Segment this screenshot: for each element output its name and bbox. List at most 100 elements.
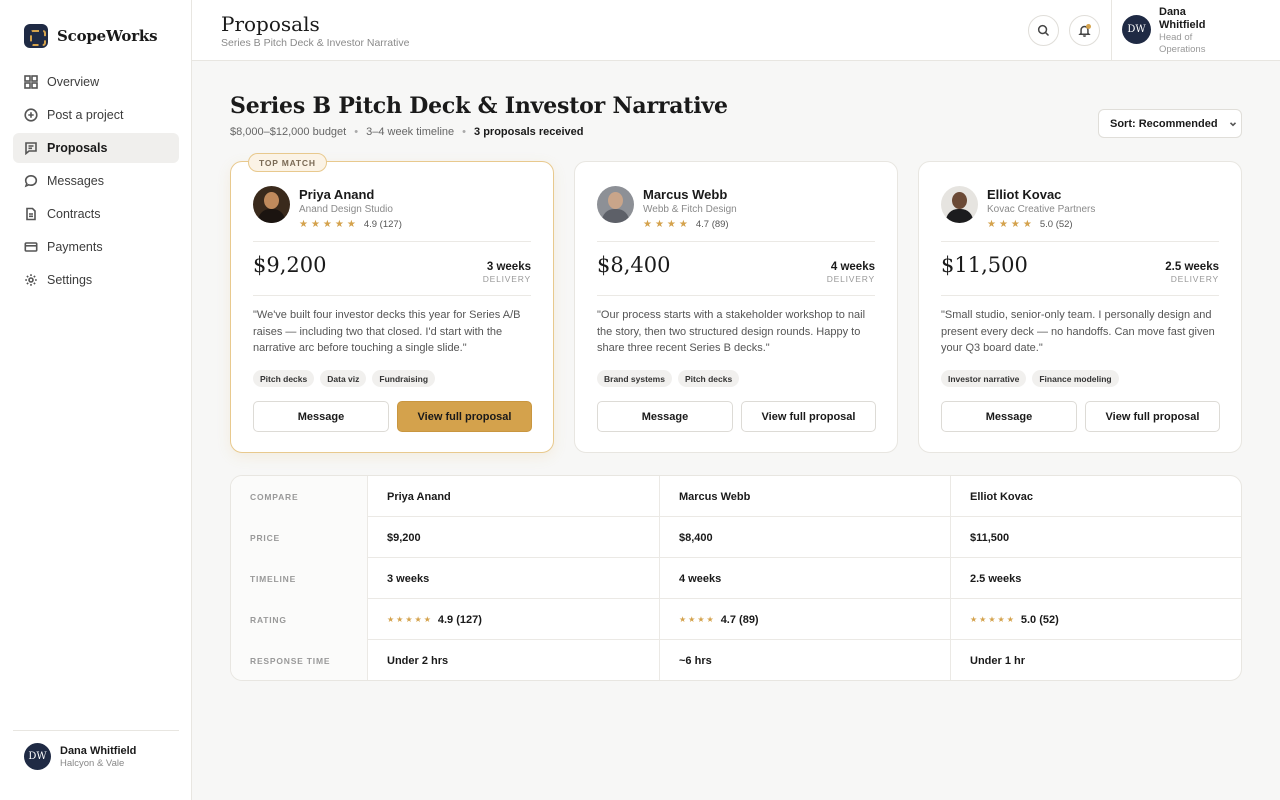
sidebar-item-overview[interactable]: Overview	[13, 67, 179, 97]
proposal-quote: "We've built four investor decks this ye…	[253, 309, 521, 354]
sidebar-item-settings[interactable]: Settings	[13, 265, 179, 295]
rating-value: 4.9 (127)	[363, 219, 402, 230]
star-rating-icon: ★★★★	[643, 219, 691, 230]
brand-logo-icon	[24, 24, 48, 48]
sidebar-item-payments[interactable]: Payments	[13, 232, 179, 262]
rating-value: 4.7 (89)	[695, 219, 729, 230]
delivery-label: DELIVERY	[1170, 274, 1219, 284]
freelancer-header: Elliot Kovac Kovac Creative Partners ★★★…	[941, 186, 1095, 230]
photo-body	[602, 209, 629, 223]
freelancer-header: Priya Anand Anand Design Studio ★★★★★ 4.…	[253, 186, 402, 230]
photo-body	[258, 209, 285, 223]
table-cell: $9,200	[367, 517, 659, 558]
grid-icon	[24, 75, 38, 89]
delivery-label: DELIVERY	[482, 274, 531, 284]
freelancer-name[interactable]: Priya Anand	[299, 187, 402, 202]
search-button[interactable]	[1028, 15, 1059, 46]
table-row: TIMELINE 3 weeks 4 weeks 2.5 weeks	[231, 558, 1241, 599]
project-timeline: 3–4 week timeline	[366, 126, 455, 138]
rating-value: 5.0 (52)	[1020, 613, 1059, 626]
freelancer-header: Marcus Webb Webb & Fitch Design ★★★★ 4.7…	[597, 186, 737, 230]
delivery-value: 3 weeks	[486, 261, 531, 273]
row-label: PRICE	[231, 517, 367, 558]
brand[interactable]: ScopeWorks	[24, 24, 158, 48]
table-cell: ★★★★★ 5.0 (52)	[950, 599, 1241, 640]
proposals-count: 3 proposals received	[474, 126, 584, 138]
rating-value: 4.9 (127)	[437, 613, 482, 626]
star-rating-icon: ★★★★	[679, 615, 716, 624]
table-row: RATING ★★★★★ 4.9 (127) ★★★★ 4.7 (89) ★★★…	[231, 599, 1241, 640]
sidebar-item-label: Proposals	[47, 141, 108, 155]
compare-table: COMPARE Priya Anand Marcus Webb Elliot K…	[230, 475, 1242, 681]
table-header-cell: Marcus Webb	[659, 476, 950, 517]
proposal-icon	[25, 142, 37, 155]
message-button[interactable]: Message	[253, 401, 389, 432]
divider	[941, 295, 1219, 296]
table-row: PRICE $9,200 $8,400 $11,500	[231, 517, 1241, 558]
tag: Investor narrative	[941, 370, 1027, 387]
freelancer-photo[interactable]	[253, 186, 290, 223]
sidebar-item-label: Post a project	[47, 108, 124, 122]
table-cell: ★★★★★ 4.9 (127)	[367, 599, 659, 640]
photo-head	[952, 192, 967, 209]
freelancer-rating: ★★★★ 4.7 (89)	[643, 219, 737, 230]
divider	[1111, 0, 1112, 61]
header-user[interactable]: DW Dana Whitfield Head of Operations	[1122, 6, 1219, 56]
brand-name: ScopeWorks	[57, 27, 158, 45]
row-label: TIMELINE	[231, 558, 367, 599]
freelancer-name[interactable]: Elliot Kovac	[987, 187, 1095, 202]
sidebar-item-label: Contracts	[47, 207, 101, 221]
table-row: RESPONSE TIME Under 2 hrs ~6 hrs Under 1…	[231, 640, 1241, 680]
delivery-info: 4 weeks DELIVERY	[827, 261, 875, 284]
freelancer-name[interactable]: Marcus Webb	[643, 187, 737, 202]
top-match-badge: TOP MATCH	[248, 153, 327, 172]
freelancer-photo[interactable]	[597, 186, 634, 223]
sidebar-item-label: Settings	[47, 273, 93, 287]
rating-value: 5.0 (52)	[1039, 219, 1073, 230]
sidebar-item-messages[interactable]: Messages	[13, 166, 179, 196]
view-full-proposal-button[interactable]: View full proposal	[397, 401, 532, 432]
view-full-proposal-button[interactable]: View full proposal	[741, 401, 876, 432]
avatar: DW	[1122, 14, 1151, 44]
star-rating-icon: ★★★★★	[299, 219, 359, 230]
separator: •	[354, 126, 359, 138]
header-user-name: Dana Whitfield	[1159, 6, 1206, 31]
sidebar-item-post-project[interactable]: Post a project	[13, 100, 179, 130]
table-cell: $8,400	[659, 517, 950, 558]
sort-dropdown[interactable]: Sort: Recommended	[1098, 109, 1242, 138]
message-button[interactable]: Message	[941, 401, 1077, 432]
tag: Pitch decks	[253, 370, 315, 387]
tag: Pitch decks	[677, 370, 740, 387]
separator: •	[462, 126, 467, 138]
sidebar-item-label: Payments	[47, 240, 103, 254]
document-icon	[26, 207, 36, 221]
freelancer-rating: ★★★★ 5.0 (52)	[987, 219, 1095, 230]
photo-head	[264, 192, 279, 209]
message-button[interactable]: Message	[597, 401, 733, 432]
topbar: Proposals Series B Pitch Deck & Investor…	[192, 0, 1280, 61]
sidebar-item-proposals[interactable]: Proposals	[13, 133, 179, 163]
tag: Data viz	[320, 370, 367, 387]
page-title: Proposals	[221, 12, 320, 36]
chat-bubble-icon	[24, 174, 38, 188]
sidebar: ScopeWorks Overview Post a project Propo…	[0, 0, 192, 800]
freelancer-studio: Webb & Fitch Design	[643, 204, 737, 215]
sidebar-user-name: Dana Whitfield	[60, 744, 137, 757]
freelancer-photo[interactable]	[941, 186, 978, 223]
sidebar-user[interactable]: DW Dana Whitfield Halcyon & Vale	[13, 730, 179, 770]
photo-head	[608, 192, 623, 209]
tag-list: Pitch decks Data viz Fundraising	[253, 370, 436, 387]
divider	[597, 295, 875, 296]
notifications-button[interactable]	[1069, 15, 1100, 46]
table-cell: 3 weeks	[367, 558, 659, 599]
project-title: Series B Pitch Deck & Investor Narrative	[230, 93, 728, 119]
sidebar-item-contracts[interactable]: Contracts	[13, 199, 179, 229]
proposal-quote: "Our process starts with a stakeholder w…	[597, 309, 866, 354]
delivery-label: DELIVERY	[826, 274, 875, 284]
tag: Finance modeling	[1032, 370, 1119, 387]
view-full-proposal-button[interactable]: View full proposal	[1085, 401, 1220, 432]
delivery-info: 3 weeks DELIVERY	[483, 261, 531, 284]
freelancer-studio: Anand Design Studio	[299, 204, 393, 215]
table-cell: 2.5 weeks	[950, 558, 1241, 599]
photo-body	[946, 209, 973, 223]
